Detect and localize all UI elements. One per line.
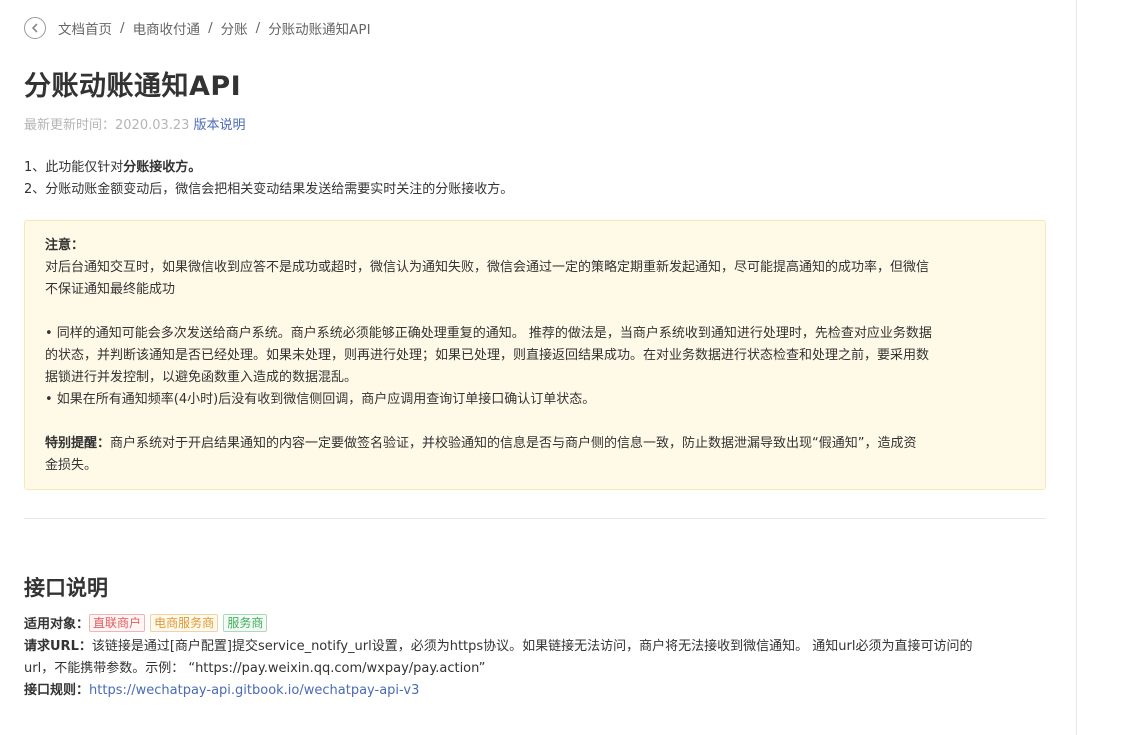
breadcrumb-item-ecommerce[interactable]: 电商收付通	[133, 18, 201, 38]
intro-item-1: 1、此功能仅针对分账接收方。	[24, 157, 513, 179]
breadcrumb-separator: /	[208, 20, 213, 36]
notice-p3: • 如果在所有通知频率(4小时)后没有收到微信侧回调，商户应调用查询订单接口确认…	[45, 392, 596, 407]
notice-p1-line1: 对后台通知交互时，如果微信收到应答不是成功或超时，微信认为通知失败，微信会通过一…	[45, 260, 930, 275]
intro-list: 1、此功能仅针对分账接收方。 2、分账动账金额变动后，微信会把相关变动结果发送给…	[24, 157, 513, 201]
intro-item-2: 2、分账动账金额变动后，微信会把相关变动结果发送给需要实时关注的分账接收方。	[24, 182, 514, 197]
back-icon[interactable]	[24, 17, 46, 39]
intro-item-1-text: 1、此功能仅针对	[24, 160, 124, 175]
right-rail-divider	[1076, 0, 1077, 735]
tag-ecommerce-provider: 电商服务商	[150, 614, 219, 632]
special-reminder-label: 特别提醒：	[45, 436, 111, 451]
page-meta: 最新更新时间：2020.03.23 版本说明	[24, 114, 245, 133]
notice-heading: 注意：	[45, 238, 85, 253]
request-url-text-2: url，不能携带参数。示例： “https://pay.weixin.qq.co…	[24, 661, 486, 676]
breadcrumb-item-current: 分账动账通知API	[268, 22, 371, 38]
version-notes-link[interactable]: 版本说明	[193, 118, 245, 133]
api-rules-link[interactable]: https://wechatpay-api.gitbook.io/wechatp…	[89, 683, 419, 698]
applicable-label: 适用对象：	[24, 617, 90, 632]
request-url-label: 请求URL：	[24, 639, 92, 654]
interface-spec: 适用对象： 直联商户 电商服务商 服务商 请求URL：该链接是通过[商户配置]提交…	[24, 614, 1046, 702]
special-reminder-text-1: 商户系统对于开启结果通知的内容一定要做签名验证，并校验通知的信息是否与商户侧的信…	[110, 436, 917, 451]
breadcrumb-item-home[interactable]: 文档首页	[58, 18, 112, 38]
page-title: 分账动账通知API	[24, 71, 242, 102]
request-url-text-1: 该链接是通过[商户配置]提交service_notify_url设置，必须为ht…	[91, 639, 973, 654]
notice-p2-line2: 的状态，并判断该通知是否已经处理。如果未处理，则再进行处理；如果已处理，则直接返…	[45, 348, 930, 363]
notice-p2-line3: 据锁进行并发控制，以避免函数重入造成的数据混乱。	[45, 370, 358, 385]
intro-item-1-bold: 分账接收方。	[123, 160, 202, 175]
breadcrumb: 文档首页 / 电商收付通 / 分账 / 分账动账通知API	[24, 14, 371, 42]
tag-direct-merchant: 直联商户	[89, 614, 146, 632]
api-rules-label: 接口规则：	[24, 683, 90, 698]
notice-p2-line1: • 同样的通知可能会多次发送给商户系统。商户系统必须能够正确处理重复的通知。 推…	[45, 326, 932, 341]
breadcrumb-separator: /	[255, 20, 261, 36]
breadcrumb-item-profit-sharing[interactable]: 分账	[221, 18, 248, 38]
last-updated: 最新更新时间：2020.03.23	[24, 118, 190, 133]
notice-box: 注意： 对后台通知交互时，如果微信收到应答不是成功或超时，微信认为通知失败，微信…	[24, 220, 1046, 490]
section-title: 接口说明	[24, 576, 108, 600]
section-divider	[24, 518, 1046, 519]
notice-p1-line2: 不保证通知最终能成功	[45, 282, 176, 297]
special-reminder-text-2: 金损失。	[45, 458, 98, 473]
tag-service-provider: 服务商	[223, 614, 268, 632]
breadcrumb-separator: /	[120, 20, 125, 36]
